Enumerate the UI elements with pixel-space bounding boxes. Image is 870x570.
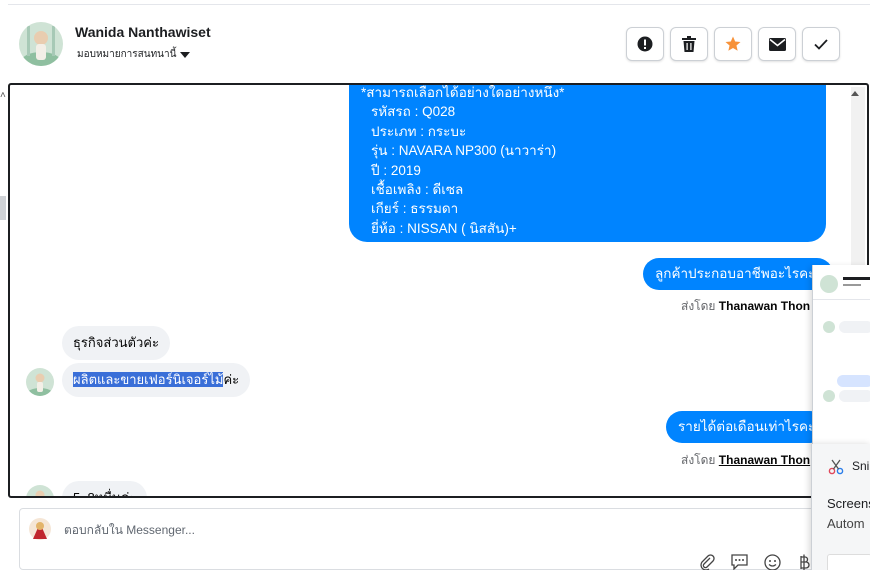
mark-spam-button[interactable]	[626, 27, 664, 61]
notification-body: Autom	[827, 516, 865, 531]
collapse-arrow-icon[interactable]: ˄	[0, 90, 6, 110]
saved-replies-button[interactable]	[729, 552, 749, 570]
notification-action-button[interactable]	[827, 554, 870, 570]
incoming-message: ผลิตและขายเฟอร์นิเจอร์ไม้ค่ะ	[62, 363, 251, 397]
sent-by-agent: Thanawan Thon	[718, 299, 811, 313]
paperclip-icon	[700, 554, 715, 570]
sent-by-agent-link[interactable]: Thanawan Thon	[719, 453, 810, 467]
conversation-actions	[626, 27, 840, 61]
outgoing-message: ลูกค้าประกอบอาชีพอะไรคะ	[643, 258, 833, 290]
emoji-button[interactable]	[762, 552, 782, 570]
product-line: รหัสรถ : Q028	[371, 104, 456, 120]
product-card-message: *สามารถเลือกได้อย่างใดอย่างหนึ่ง* รหัสรถ…	[349, 85, 826, 242]
check-icon	[814, 38, 828, 50]
chat-bubble-icon	[730, 554, 748, 570]
product-line: เชื้อเพลิง : ดีเซล	[371, 182, 464, 198]
mark-done-button[interactable]	[802, 27, 840, 61]
product-line: เกียร์ : ธรรมดา	[371, 201, 459, 217]
product-line: ยี่ห้อ : NISSAN ( นิสสัน)+	[371, 220, 517, 236]
overlay-window-thumbnail[interactable]	[812, 265, 870, 445]
product-line: ปี : 2019	[371, 162, 421, 178]
caret-down-icon	[180, 51, 191, 58]
scroll-up-arrow-icon[interactable]	[851, 91, 859, 96]
conversation-header: Wanida Nanthawiset มอบหมายการสนทนานี้	[8, 4, 870, 82]
message-text: ค่ะ	[223, 372, 240, 387]
page-avatar	[28, 517, 52, 541]
contact-avatar-small	[26, 485, 54, 496]
mark-unread-button[interactable]	[758, 27, 796, 61]
selected-text: ผลิตและขายเฟอร์นิเจอร์ไม้	[73, 372, 224, 387]
incoming-message: ธุรกิจส่วนตัวค่ะ	[62, 326, 170, 360]
assign-conversation-dropdown[interactable]: มอบหมายการสนทนานี้	[77, 47, 191, 62]
sent-by-label: ส่งโดย	[681, 299, 716, 313]
product-line: รุ่น : NAVARA NP300 (นาวาร่า)	[371, 143, 557, 159]
notification-app-name: Snip	[852, 459, 870, 473]
snipping-tool-notification[interactable]: Snip Screens Autom	[811, 444, 870, 570]
delete-button[interactable]	[670, 27, 708, 61]
product-line: ประเภท : กระบะ	[371, 123, 467, 139]
assign-label: มอบหมายการสนทนานี้	[77, 49, 177, 60]
message-thread: *สามารถเลือกได้อย่างใดอย่างหนึ่ง* รหัสรถ…	[8, 83, 869, 498]
notification-title: Screens	[827, 496, 870, 511]
outgoing-message: รายได้ต่อเดือนเท่าไรคะ	[666, 411, 826, 443]
star-button[interactable]	[714, 27, 752, 61]
product-line: *สามารถเลือกได้อย่างใดอย่างหนึ่ง*	[361, 85, 565, 100]
exclamation-icon	[637, 36, 653, 52]
smiley-icon	[763, 553, 781, 570]
sent-by-info: ส่งโดย Thanawan Thon	[681, 451, 810, 470]
sent-by-label: ส่งโดย	[681, 453, 716, 467]
star-icon	[725, 36, 741, 51]
envelope-icon	[768, 37, 786, 51]
attach-button[interactable]	[697, 552, 717, 570]
incoming-message: 5. 8หมื่นค่ะ	[62, 481, 148, 496]
contact-avatar-small	[26, 368, 54, 396]
sent-by-info: ส่งโดย Thanawan Thon	[681, 297, 810, 316]
contact-avatar[interactable]	[19, 22, 63, 66]
trash-icon	[682, 36, 696, 52]
scissors-icon	[828, 459, 844, 475]
reply-input[interactable]	[64, 523, 664, 537]
left-panel-edge	[0, 196, 6, 220]
contact-name[interactable]: Wanida Nanthawiset	[75, 24, 211, 40]
reply-composer	[19, 508, 819, 570]
baht-icon	[800, 554, 810, 570]
